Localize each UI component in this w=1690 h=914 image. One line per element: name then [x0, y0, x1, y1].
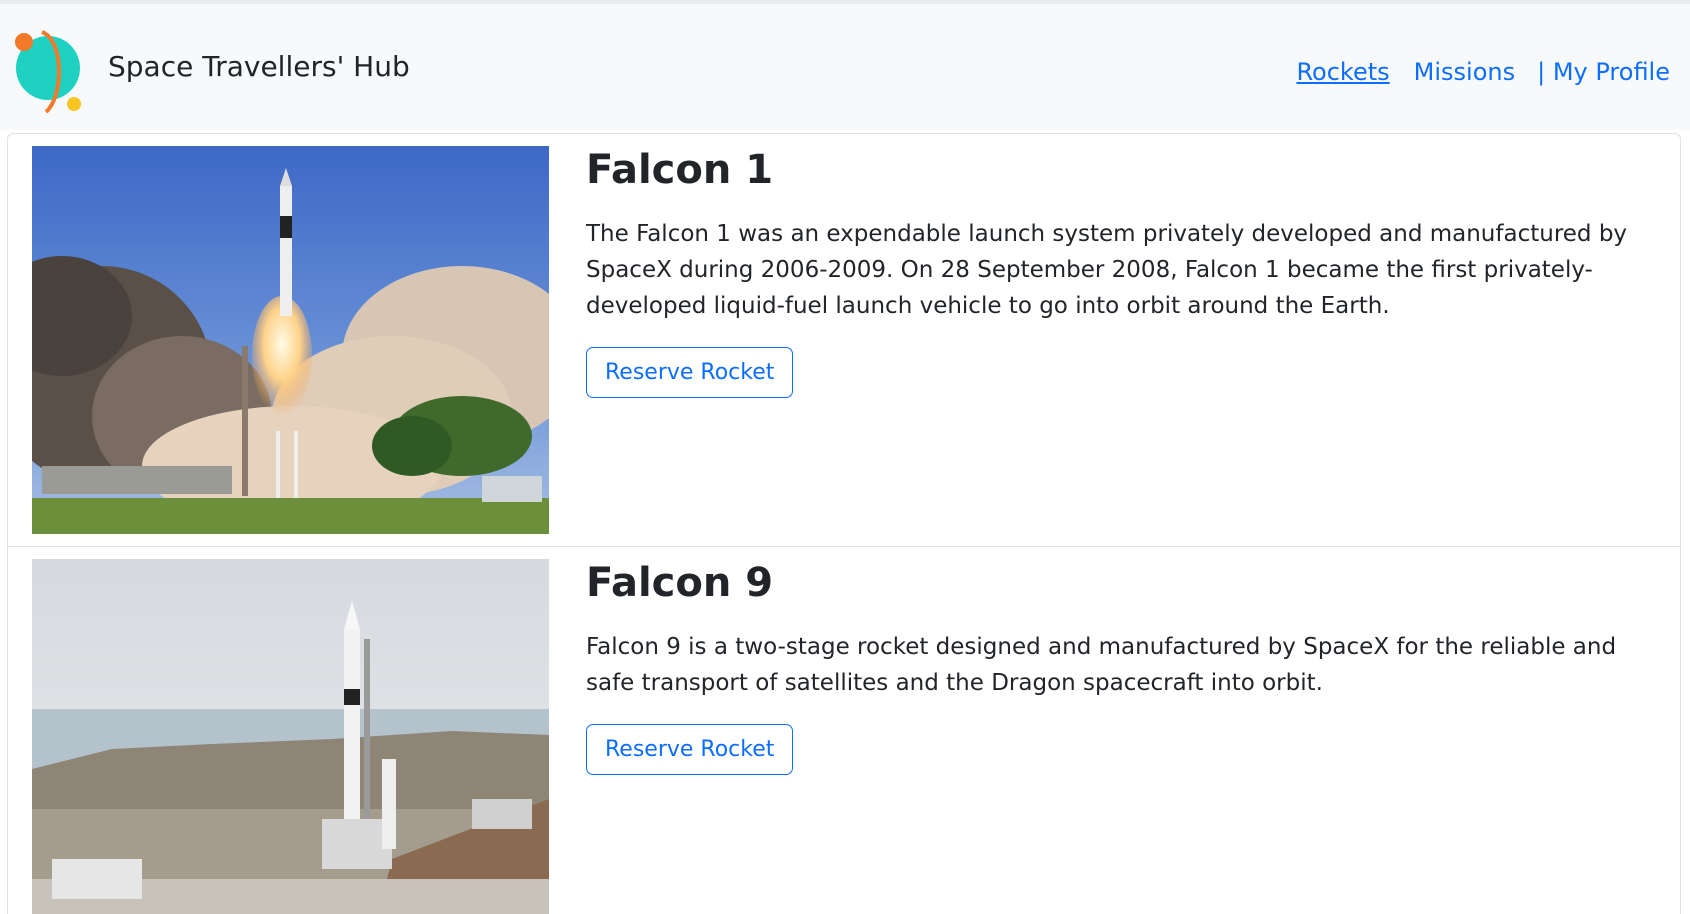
nav-link-missions[interactable]: Missions	[1414, 58, 1515, 86]
planet-logo-icon[interactable]	[12, 22, 90, 122]
rocket-list: Falcon 1 The Falcon 1 was an expendable …	[7, 133, 1681, 914]
nav-link-rockets[interactable]: Rockets	[1296, 58, 1389, 86]
rocket-description: Falcon 9 is a two-stage rocket designed …	[586, 634, 1617, 696]
rocket-details: Falcon 1 The Falcon 1 was an expendable …	[586, 148, 1656, 398]
brand-title[interactable]: Space Travellers' Hub	[108, 50, 410, 83]
rocket-details: Falcon 9 Falcon 9 is a two-stage rocket …	[586, 561, 1656, 775]
rocket-image	[32, 146, 549, 534]
rocket-name: Falcon 9	[586, 560, 774, 606]
rocket-name: Falcon 1	[586, 147, 774, 193]
rocket-card: Falcon 1 The Falcon 1 was an expendable …	[8, 134, 1680, 547]
nav-link-my-profile[interactable]: | My Profile	[1537, 58, 1670, 86]
rocket-image	[32, 559, 549, 914]
rocket-description: The Falcon 1 was an expendable launch sy…	[586, 221, 1628, 319]
rocket-card: Falcon 9 Falcon 9 is a two-stage rocket …	[8, 547, 1680, 914]
nav-links: Rockets Missions | My Profile	[1296, 58, 1670, 86]
reserve-rocket-button[interactable]: Reserve Rocket	[586, 724, 794, 775]
navbar: Space Travellers' Hub Rockets Missions |…	[0, 4, 1690, 130]
reserve-rocket-button[interactable]: Reserve Rocket	[586, 347, 794, 398]
